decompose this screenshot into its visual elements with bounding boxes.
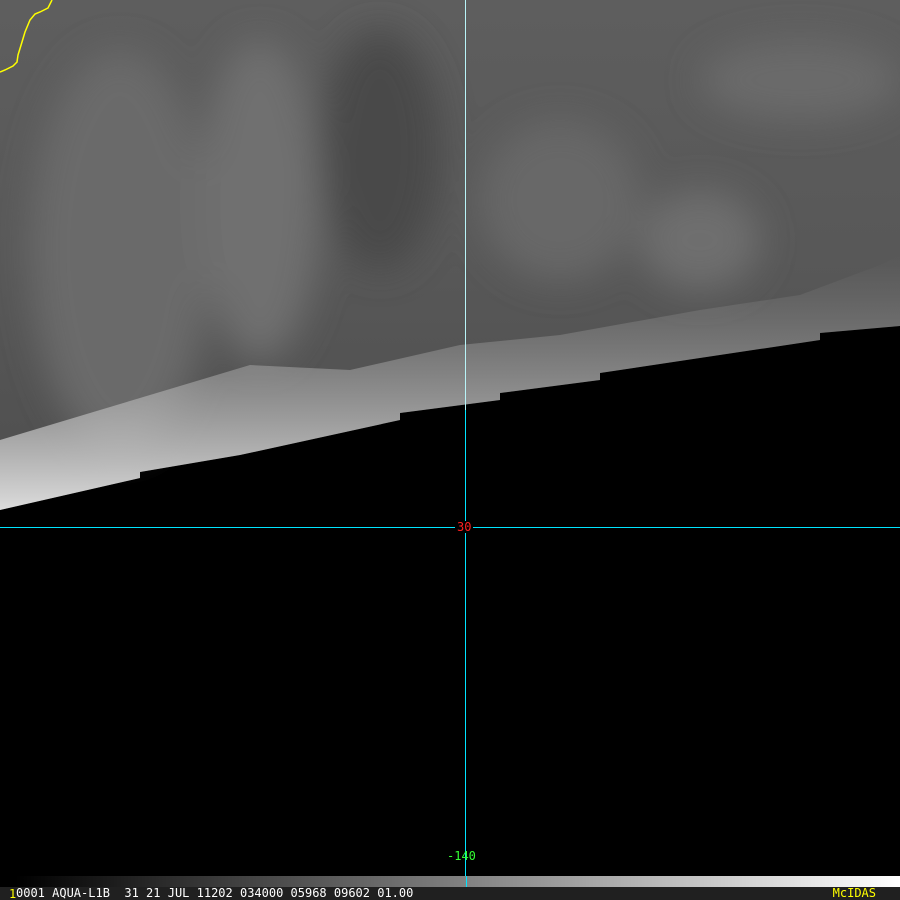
colorbar-marker xyxy=(466,876,467,887)
latitude-label: 30 xyxy=(455,520,474,534)
image-info-text: 0001 AQUA-L1B 31 21 JUL 11202 034000 059… xyxy=(16,886,414,900)
satellite-image xyxy=(0,0,900,876)
mcidas-image-display: 30 -140 1 0001 AQUA-L1B 31 21 JUL 11202 … xyxy=(0,0,900,900)
status-bar: 1 0001 AQUA-L1B 31 21 JUL 11202 034000 0… xyxy=(0,887,900,900)
mcidas-brand: McIDAS xyxy=(832,886,876,900)
longitude-label: -140 xyxy=(447,849,476,863)
